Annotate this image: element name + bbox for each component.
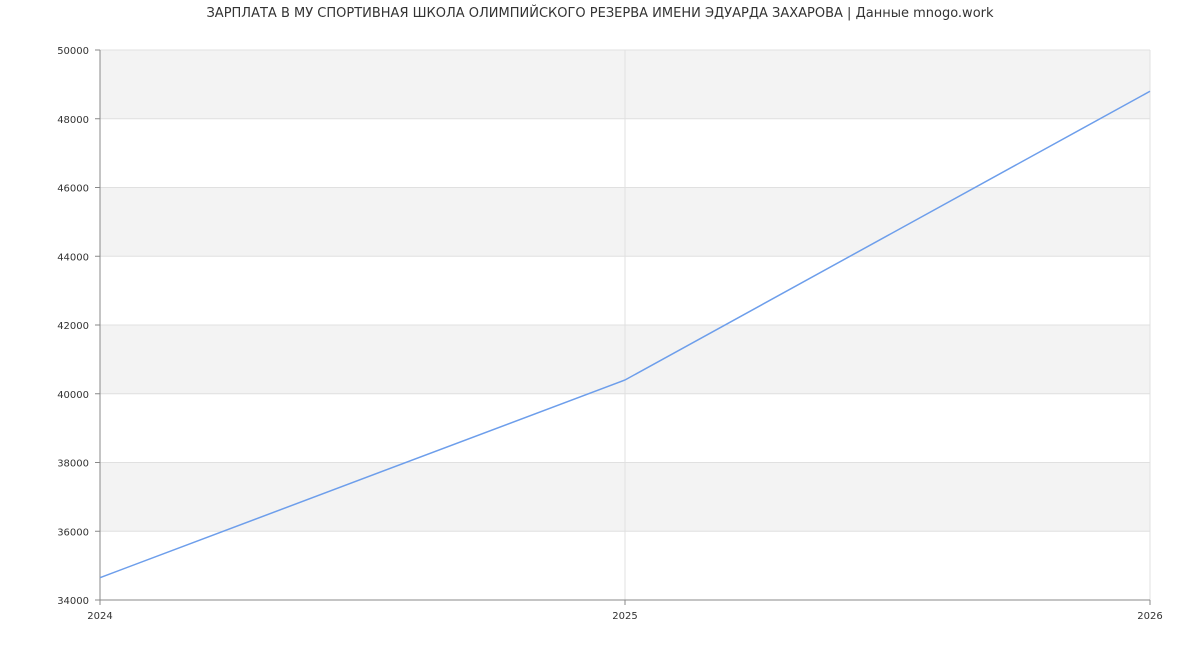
y-tick-label: 34000	[57, 596, 89, 607]
y-tick-label: 46000	[57, 184, 89, 195]
y-tick-label: 36000	[57, 527, 89, 538]
x-tick-label: 2026	[1137, 611, 1162, 622]
y-tick-label: 40000	[57, 390, 89, 401]
y-tick-label: 50000	[57, 46, 89, 57]
x-tick-label: 2025	[612, 611, 637, 622]
y-tick-label: 38000	[57, 459, 89, 470]
x-tick-label: 2024	[87, 611, 112, 622]
y-tick-label: 44000	[57, 252, 89, 263]
y-tick-label: 48000	[57, 115, 89, 126]
chart: ЗАРПЛАТА В МУ СПОРТИВНАЯ ШКОЛА ОЛИМПИЙСК…	[0, 0, 1200, 650]
plot-area: 34000 36000 38000 40000 42000 44000 46000 48000…	[57, 46, 1163, 622]
y-tick-label: 42000	[57, 321, 89, 332]
